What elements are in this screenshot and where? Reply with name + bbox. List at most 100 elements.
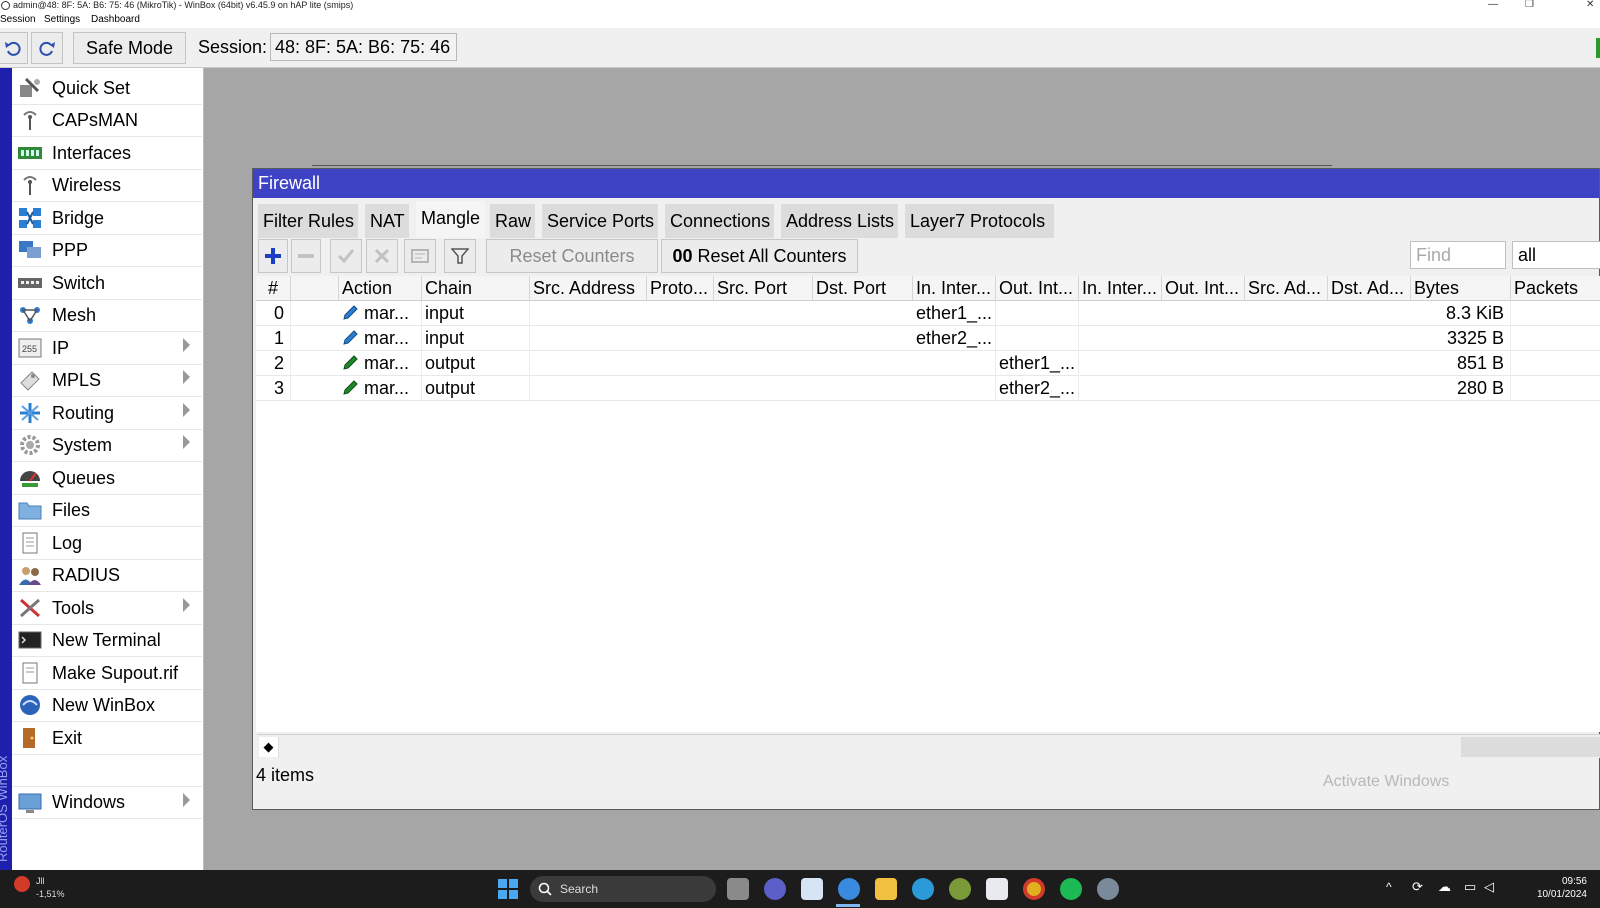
reset-counters-button[interactable]: Reset Counters — [486, 239, 658, 273]
firewall-window-title[interactable]: Firewall — [253, 169, 1599, 198]
col-packets[interactable]: Packets — [1511, 276, 1600, 301]
table-row[interactable]: 3 mar... output ether2_... 280 B — [256, 376, 1600, 401]
sidebar-item-mpls[interactable]: MPLS — [12, 364, 202, 397]
col-src-address-list[interactable]: Src. Ad... — [1245, 276, 1328, 301]
col-in-interface[interactable]: In. Inter... — [913, 276, 996, 301]
horizontal-scrollbar[interactable]: ◆ — [257, 734, 1600, 758]
sidebar-item-log[interactable]: Log — [12, 527, 202, 560]
filter-button[interactable] — [444, 239, 476, 273]
col-dst-port[interactable]: Dst. Port — [813, 276, 913, 301]
col-src-port[interactable]: Src. Port — [714, 276, 813, 301]
minimize-button[interactable]: — — [1488, 0, 1498, 10]
file-explorer-icon[interactable] — [875, 878, 897, 900]
col-protocol[interactable]: Proto... — [647, 276, 714, 301]
sidebar-item-routing[interactable]: Routing — [12, 397, 202, 430]
store-icon[interactable] — [986, 878, 1008, 900]
taskbar-clock[interactable]: 09:56 10/01/2024 — [1531, 875, 1587, 901]
sidebar-item-make-supout[interactable]: Make Supout.rif — [12, 657, 202, 690]
find-input[interactable]: Find — [1410, 241, 1506, 269]
routing-icon — [16, 401, 44, 425]
filter-select[interactable]: all — [1512, 241, 1600, 269]
chevron-up-icon[interactable]: ^ — [1386, 880, 1392, 894]
winbox-taskbar-icon[interactable] — [838, 878, 860, 900]
reset-all-counters-button[interactable]: 00 Reset All Counters — [661, 239, 858, 273]
sidebar-item-switch[interactable]: Switch — [12, 267, 202, 300]
tab-service-ports[interactable]: Service Ports — [542, 204, 659, 238]
col-number[interactable]: # — [256, 276, 291, 301]
col-action[interactable]: Action — [339, 276, 422, 301]
sidebar-item-queues[interactable]: Queues — [12, 462, 202, 495]
menu-session[interactable]: Session — [0, 12, 36, 28]
sidebar-item-exit[interactable]: Exit — [12, 722, 202, 755]
sidebar-item-quick-set[interactable]: Quick Set — [12, 72, 202, 105]
col-in-interface-list[interactable]: In. Inter... — [1079, 276, 1162, 301]
remove-button[interactable] — [291, 239, 321, 273]
scroll-left-icon[interactable]: ◆ — [259, 737, 279, 757]
col-out-interface-list[interactable]: Out. Int... — [1162, 276, 1245, 301]
sidebar-item-wireless[interactable]: Wireless — [12, 169, 202, 202]
tab-address-lists[interactable]: Address Lists — [781, 204, 899, 238]
network-icon[interactable]: ▭ — [1464, 879, 1476, 895]
sidebar-item-radius[interactable]: RADIUS — [12, 559, 202, 592]
col-dst-address-list[interactable]: Dst. Ad... — [1328, 276, 1411, 301]
tab-connections[interactable]: Connections — [665, 204, 775, 238]
sidebar-item-windows[interactable]: Windows — [12, 786, 202, 819]
sidebar-item-ip[interactable]: 255 IP — [12, 332, 202, 365]
undo-button[interactable] — [0, 32, 28, 64]
maximize-button[interactable]: ❐ — [1525, 0, 1534, 10]
table-row[interactable]: 2 mar... output ether1_... 851 B — [256, 351, 1600, 376]
menu-settings[interactable]: Settings — [44, 12, 80, 28]
sidebar-item-mesh[interactable]: Mesh — [12, 299, 202, 332]
session-field[interactable]: 48: 8F: 5A: B6: 75: 46 — [270, 33, 457, 61]
safe-mode-button[interactable]: Safe Mode — [73, 32, 186, 64]
tab-raw[interactable]: Raw — [490, 204, 536, 238]
sidebar-item-new-terminal[interactable]: New Terminal — [12, 624, 202, 657]
task-view-icon[interactable] — [727, 878, 749, 900]
enable-button[interactable] — [330, 239, 362, 273]
spotify-icon[interactable] — [1060, 878, 1082, 900]
table-row[interactable]: 0 mar... input ether1_... 8.3 KiB — [256, 301, 1600, 326]
cloud-icon[interactable]: ☁ — [1438, 879, 1451, 895]
settings-gear-icon[interactable] — [1097, 878, 1119, 900]
sync-icon[interactable]: ⟳ — [1412, 879, 1423, 895]
add-button[interactable] — [258, 239, 288, 273]
tab-layer7-protocols[interactable]: Layer7 Protocols — [905, 204, 1055, 238]
tab-nat[interactable]: NAT — [365, 204, 410, 238]
redo-button[interactable] — [31, 32, 63, 64]
sidebar-item-bridge[interactable]: Bridge — [12, 202, 202, 235]
sidebar-item-new-winbox[interactable]: New WinBox — [12, 689, 202, 722]
table-row[interactable]: 1 mar... input ether2_... 3325 B — [256, 326, 1600, 351]
scrollbar-thumb[interactable] — [1461, 737, 1600, 757]
weather-widget[interactable]: Jll -1,51% — [36, 875, 65, 901]
app-icon[interactable] — [949, 878, 971, 900]
session-label: Session: — [198, 37, 268, 57]
col-out-interface[interactable]: Out. Int... — [996, 276, 1079, 301]
tab-mangle[interactable]: Mangle — [416, 201, 486, 238]
sidebar-item-capsman[interactable]: CAPsMAN — [12, 104, 202, 137]
notification-badge-icon[interactable] — [14, 876, 30, 892]
col-flags[interactable] — [291, 276, 339, 301]
col-src-address[interactable]: Src. Address — [530, 276, 647, 301]
taskbar-search-input[interactable]: Search — [530, 876, 716, 902]
tab-filter-rules[interactable]: Filter Rules — [258, 204, 359, 238]
row-out-interface: ether2_... — [996, 376, 1079, 401]
disable-button[interactable] — [366, 239, 398, 273]
edge-icon[interactable] — [912, 878, 934, 900]
virtualbox-icon[interactable] — [801, 878, 823, 900]
chrome-icon[interactable] — [1023, 878, 1045, 900]
sidebar-item-interfaces[interactable]: Interfaces — [12, 137, 202, 170]
window-titlebar: admin@48: 8F: 5A: B6: 75: 46 (MikroTik) … — [0, 0, 1600, 12]
col-bytes[interactable]: Bytes — [1411, 276, 1511, 301]
submenu-arrow-icon — [183, 403, 190, 417]
menu-dashboard[interactable]: Dashboard — [91, 12, 140, 28]
sidebar-item-ppp[interactable]: PPP — [12, 234, 202, 267]
start-icon[interactable] — [497, 878, 519, 900]
sidebar-item-system[interactable]: System — [12, 429, 202, 462]
sidebar-item-files[interactable]: Files — [12, 494, 202, 527]
volume-icon[interactable]: ◁ — [1484, 879, 1494, 895]
teams-icon[interactable] — [764, 878, 786, 900]
col-chain[interactable]: Chain — [422, 276, 530, 301]
close-button[interactable]: ✕ — [1586, 0, 1594, 10]
comment-button[interactable] — [404, 239, 436, 273]
sidebar-item-tools[interactable]: Tools — [12, 592, 202, 625]
